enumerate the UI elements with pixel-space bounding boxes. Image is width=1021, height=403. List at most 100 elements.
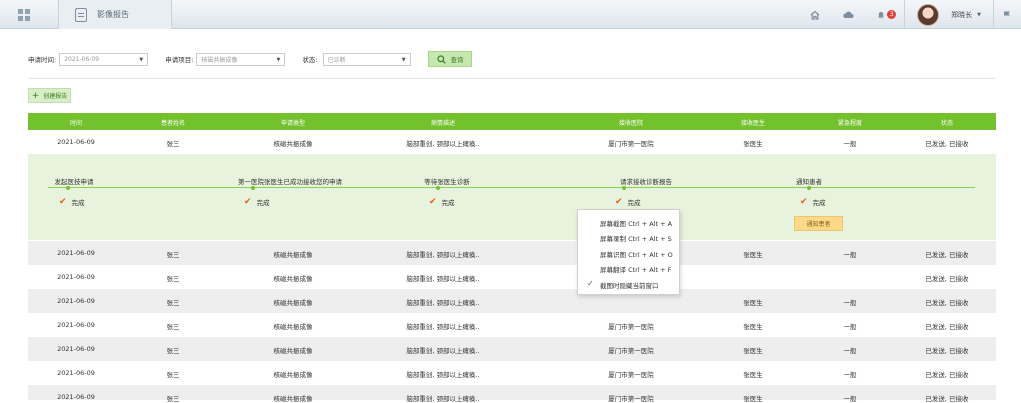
cell-description: 脑部重创, 颈部以上瘫痪.. — [406, 275, 480, 283]
date-value: 2021-06-09 — [64, 55, 100, 63]
table-row-expanded[interactable]: 2021-06-09 张三 核磁共振成像 脑部重创, 颈部以上瘫痪.. 厦门市第… — [28, 130, 996, 154]
home-icon[interactable] — [810, 10, 820, 20]
status-label: 状态: — [302, 56, 318, 64]
step-status: ✔ 完成 — [429, 197, 455, 207]
cell-time: 2021-06-09 — [57, 297, 95, 305]
divider — [993, 0, 994, 29]
menu-item-screen-translate[interactable]: 屏幕翻译 Ctrl + Alt + F — [600, 264, 671, 274]
cell-urgency: 一般 — [843, 251, 857, 259]
cell-type: 核磁共振成像 — [273, 395, 313, 403]
cell-type: 核磁共振成像 — [273, 140, 313, 148]
notify-patient-button[interactable]: 通知患者 — [794, 216, 843, 231]
cell-description: 脑部重创, 颈部以上瘫痪.. — [406, 140, 480, 148]
cell-urgency: 一般 — [843, 140, 857, 148]
avatar[interactable] — [917, 3, 940, 26]
cell-patient: 张三 — [166, 371, 180, 379]
column-header[interactable]: 接收医生 — [741, 118, 765, 127]
progress-panel: 发起医技申请 ✔ 完成 第一医院张医生已成功接收您的申请 ✔ 完成 等待张医生诊… — [28, 154, 996, 240]
tab-image-report[interactable]: 影像报告 — [58, 0, 172, 29]
cell-type: 核磁共振成像 — [273, 347, 313, 355]
chevron-down-icon: ▼ — [139, 56, 144, 63]
column-header[interactable]: 时间 — [70, 118, 82, 127]
menu-item-screen-record[interactable]: 屏幕录制 Ctrl + Alt + S — [600, 233, 672, 243]
table-row[interactable]: 2021-06-09 张三 核磁共振成像 脑部重创, 颈部以上瘫痪.. 张医生 … — [28, 241, 996, 265]
cell-type: 核磁共振成像 — [273, 251, 313, 259]
user-name[interactable]: 郑晓长 — [951, 10, 972, 20]
cell-status: 已发送, 已接收 — [925, 275, 969, 283]
cell-description: 脑部重创, 颈部以上瘫痪.. — [406, 299, 480, 307]
step-dot — [622, 186, 626, 190]
cell-status: 已发送, 已接收 — [925, 251, 969, 259]
table-row[interactable]: 2021-06-09 张三 核磁共振成像 脑部重创, 颈部以上瘫痪.. 厦门市第… — [28, 361, 996, 385]
dashboard-grid-icon[interactable] — [0, 0, 48, 29]
column-header[interactable]: 病情描述 — [431, 118, 455, 127]
check-icon: ✔ — [429, 197, 437, 207]
step-status: ✔ 完成 — [800, 197, 826, 207]
chevron-down-icon: ▼ — [401, 56, 406, 63]
column-header[interactable]: 申请类型 — [281, 118, 305, 127]
column-header[interactable]: 接收医院 — [619, 118, 643, 127]
cell-doctor: 张医生 — [743, 395, 763, 403]
create-report-button[interactable]: + 创建报告 — [28, 88, 71, 103]
step-dot — [66, 186, 70, 190]
cell-type: 核磁共振成像 — [273, 275, 313, 283]
step-status-label: 完成 — [256, 199, 270, 207]
cell-urgency: 一般 — [843, 371, 857, 379]
table-row[interactable]: 2021-06-09 张三 核磁共振成像 脑部重创, 颈部以上瘫痪.. 厦门市第… — [28, 313, 996, 337]
cell-status: 已发送, 已接收 — [925, 140, 969, 148]
tab-label: 影像报告 — [97, 10, 129, 19]
table-row[interactable]: 2021-06-09 张三 核磁共振成像 脑部重创, 颈部以上瘫痪.. 厦门市第… — [28, 385, 996, 403]
step-title: 请求接收诊断报告 — [620, 178, 672, 186]
table-row[interactable]: 2021-06-09 张三 核磁共振成像 脑部重创, 颈部以上瘫痪.. 张医生 … — [28, 289, 996, 313]
query-button[interactable]: 查询 — [428, 51, 472, 67]
cell-doctor: 张医生 — [743, 299, 763, 307]
status-select[interactable]: 已诊断 ▼ — [322, 52, 411, 66]
checkmark-icon: ✓ — [587, 279, 594, 288]
status-value: 已诊断 — [327, 56, 346, 64]
screenshot-context-menu: 屏幕截图 Ctrl + Alt + A 屏幕录制 Ctrl + Alt + S … — [577, 209, 680, 295]
item-value: 核磁共振成像 — [201, 56, 238, 64]
cell-type: 核磁共振成像 — [273, 371, 313, 379]
check-icon: ✔ — [800, 197, 808, 207]
column-header[interactable]: 紧急程度 — [838, 118, 862, 127]
notification-button[interactable]: 3 — [876, 10, 897, 20]
item-label: 申请项目: — [165, 56, 194, 64]
search-icon — [436, 54, 446, 64]
caret-down-icon[interactable]: ▼ — [977, 12, 981, 18]
cell-type: 核磁共振成像 — [273, 323, 313, 331]
cell-time: 2021-06-09 — [57, 345, 95, 353]
menu-item-screen-ocr[interactable]: 屏幕识图 Ctrl + Alt + O — [600, 249, 673, 259]
table-row[interactable]: 2021-06-09 张三 核磁共振成像 脑部重创, 颈部以上瘫痪.. 已发送,… — [28, 265, 996, 289]
cell-type: 核磁共振成像 — [273, 299, 313, 307]
cell-urgency: 一般 — [843, 299, 857, 307]
step-title: 发起医技申请 — [54, 178, 94, 186]
menu-item-hide-window[interactable]: 截图时隐藏当前窗口 — [600, 280, 659, 290]
column-header[interactable]: 患者姓名 — [161, 118, 185, 127]
cell-hospital: 厦门市第一医院 — [608, 347, 654, 355]
step-status: ✔ 完成 — [615, 197, 641, 207]
date-select[interactable]: 2021-06-09 ▼ — [59, 52, 149, 66]
cell-doctor: 张医生 — [743, 347, 763, 355]
cell-patient: 张三 — [166, 275, 180, 283]
step-title: 第一医院张医生已成功接收您的申请 — [238, 178, 342, 186]
table-row[interactable]: 2021-06-09 张三 核磁共振成像 脑部重创, 颈部以上瘫痪.. 厦门市第… — [28, 337, 996, 361]
column-header[interactable]: 状态 — [941, 118, 953, 127]
menu-item-screenshot[interactable]: 屏幕截图 Ctrl + Alt + A — [600, 218, 672, 228]
cell-doctor: 张医生 — [743, 323, 763, 331]
progress-step: 请求接收诊断报告 — [620, 176, 672, 186]
cloud-icon[interactable] — [842, 10, 854, 20]
filter-bar: 申请时间: 2021-06-09 ▼ 申请项目: 核磁共振成像 ▼ 状态: 已诊… — [28, 52, 411, 66]
cell-patient: 张三 — [166, 323, 180, 331]
cell-status: 已发送, 已接收 — [925, 371, 969, 379]
flag-icon[interactable] — [1002, 10, 1012, 20]
cell-time: 2021-06-09 — [57, 249, 95, 257]
cell-urgency: 一般 — [843, 347, 857, 355]
item-select[interactable]: 核磁共振成像 ▼ — [196, 52, 286, 66]
step-status: ✔ 完成 — [59, 197, 85, 207]
step-title: 等待张医生诊断 — [424, 178, 470, 186]
cell-doctor: 张医生 — [743, 140, 763, 148]
check-icon: ✔ — [615, 197, 623, 207]
step-status-label: 完成 — [812, 199, 826, 207]
cell-description: 脑部重创, 颈部以上瘫痪.. — [406, 251, 480, 259]
cell-time: 2021-06-09 — [57, 369, 95, 377]
